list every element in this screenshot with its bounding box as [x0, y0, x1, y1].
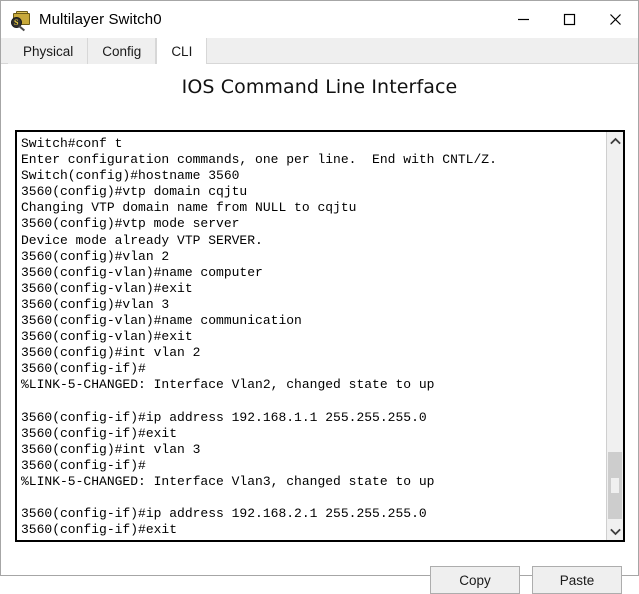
- window-title: Multilayer Switch0: [39, 11, 162, 28]
- close-icon: [609, 14, 621, 25]
- close-button[interactable]: [592, 1, 638, 38]
- minimize-button[interactable]: [500, 1, 546, 38]
- paste-button[interactable]: Paste: [532, 566, 622, 594]
- tab-config-label: Config: [102, 43, 142, 59]
- chevron-up-icon: [609, 137, 621, 144]
- tab-config[interactable]: Config: [88, 38, 157, 64]
- cli-window: S Multilayer Switch0 Physical Config CLI…: [0, 0, 639, 594]
- maximize-icon: [563, 13, 575, 26]
- copy-button-label: Copy: [459, 572, 491, 588]
- scroll-down-button[interactable]: [607, 523, 623, 540]
- tab-bar: Physical Config CLI: [1, 38, 638, 64]
- maximize-button[interactable]: [546, 1, 592, 38]
- copy-button[interactable]: Copy: [430, 566, 520, 594]
- paste-button-label: Paste: [559, 572, 595, 588]
- page-title: IOS Command Line Interface: [181, 76, 458, 98]
- terminal-container: Switch#conf t Enter configuration comman…: [15, 130, 625, 542]
- tab-cli-label: CLI: [171, 43, 193, 59]
- terminal-scrollbar[interactable]: [606, 132, 623, 540]
- chevron-down-icon: [609, 528, 621, 535]
- scrollbar-thumb[interactable]: [608, 452, 622, 519]
- terminal-text: Switch#conf t Enter configuration comman…: [21, 136, 497, 538]
- minimize-icon: [517, 18, 529, 21]
- terminal-output[interactable]: Switch#conf t Enter configuration comman…: [17, 132, 606, 540]
- window-controls: [500, 1, 638, 38]
- button-row: Copy Paste: [430, 566, 622, 594]
- title-bar: S Multilayer Switch0: [1, 1, 638, 38]
- tab-physical-label: Physical: [23, 43, 74, 59]
- scroll-up-button[interactable]: [607, 132, 623, 149]
- tab-physical[interactable]: Physical: [8, 38, 89, 64]
- packet-tracer-device-icon: S: [10, 9, 32, 31]
- cli-panel: IOS Command Line Interface Switch#conf t…: [1, 64, 638, 594]
- tab-cli[interactable]: CLI: [156, 38, 208, 64]
